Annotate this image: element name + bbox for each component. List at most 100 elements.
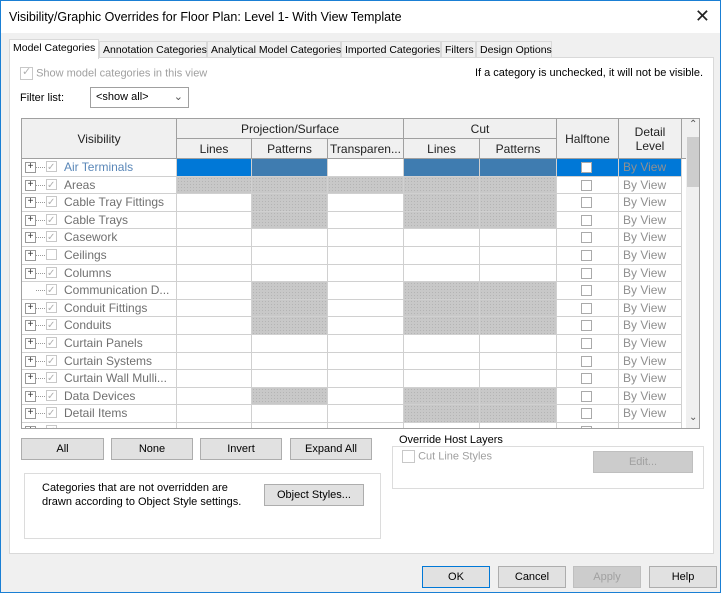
proj-lines-cell[interactable] <box>177 264 252 283</box>
category-cell[interactable]: + Air Terminals <box>22 159 177 177</box>
visibility-checkbox[interactable] <box>46 159 57 176</box>
cut-lines-cell[interactable] <box>404 282 480 300</box>
expand-icon[interactable]: + <box>25 302 36 314</box>
cancel-button[interactable]: Cancel <box>498 566 566 588</box>
cut-patterns-cell[interactable] <box>480 299 557 318</box>
table-row[interactable]: + Ceilings By View <box>22 247 682 265</box>
proj-patterns-cell[interactable] <box>252 317 328 335</box>
proj-patterns-cell[interactable] <box>252 229 328 247</box>
proj-lines-cell[interactable] <box>177 370 252 388</box>
expand-icon[interactable]: + <box>25 232 36 244</box>
category-cell[interactable]: + Data Devices <box>22 387 177 406</box>
table-row[interactable]: + Curtain Systems By View <box>22 352 682 371</box>
transparency-cell[interactable] <box>328 317 404 335</box>
category-cell[interactable]: + Columns <box>22 264 177 283</box>
halftone-cell[interactable] <box>557 229 619 247</box>
transparency-cell[interactable] <box>328 176 404 195</box>
header-proj-patterns[interactable]: Patterns <box>252 139 328 159</box>
transparency-cell[interactable] <box>328 352 404 371</box>
transparency-cell[interactable] <box>328 211 404 230</box>
visibility-checkbox[interactable] <box>46 194 57 211</box>
tab-imported-categories[interactable]: Imported Categories <box>341 41 441 58</box>
transparency-cell[interactable] <box>328 387 404 406</box>
halftone-cell[interactable] <box>557 423 619 428</box>
scroll-up-icon[interactable]: ⌃ <box>689 119 697 130</box>
proj-lines-cell[interactable] <box>177 352 252 371</box>
cut-patterns-cell[interactable] <box>480 387 557 406</box>
category-cell[interactable]: + Detail Items <box>22 405 177 423</box>
cut-patterns-cell[interactable] <box>480 211 557 230</box>
halftone-checkbox[interactable] <box>581 214 592 226</box>
halftone-cell[interactable] <box>557 352 619 371</box>
proj-patterns-cell[interactable] <box>252 194 328 212</box>
halftone-cell[interactable] <box>557 299 619 318</box>
cut-patterns-cell[interactable] <box>480 176 557 195</box>
visibility-checkbox[interactable] <box>46 282 57 299</box>
halftone-cell[interactable] <box>557 282 619 300</box>
expand-all-button[interactable]: Expand All <box>290 438 372 460</box>
detail-level-cell[interactable]: By View <box>619 405 682 423</box>
cut-patterns-cell[interactable] <box>480 423 557 428</box>
table-row[interactable]: + <box>22 423 682 428</box>
all-button[interactable]: All <box>21 438 104 460</box>
visibility-checkbox[interactable] <box>46 388 57 404</box>
halftone-checkbox[interactable] <box>581 162 592 173</box>
detail-level-cell[interactable]: By View <box>619 264 682 283</box>
detail-level-cell[interactable]: By View <box>619 282 682 300</box>
cut-lines-cell[interactable] <box>404 370 480 388</box>
proj-patterns-cell[interactable] <box>252 299 328 318</box>
halftone-cell[interactable] <box>557 405 619 423</box>
table-row[interactable]: + Data Devices By View <box>22 387 682 406</box>
invert-button[interactable]: Invert <box>200 438 282 460</box>
cut-patterns-cell[interactable] <box>480 264 557 283</box>
cut-lines-cell[interactable] <box>404 194 480 212</box>
table-row[interactable]: + Cable Trays By View <box>22 211 682 230</box>
expand-icon[interactable]: + <box>25 250 36 261</box>
cut-lines-cell[interactable] <box>404 405 480 423</box>
detail-level-cell[interactable]: By View <box>619 247 682 265</box>
visibility-checkbox[interactable] <box>46 177 57 193</box>
cut-patterns-cell[interactable] <box>480 159 557 177</box>
cut-lines-cell[interactable] <box>404 299 480 318</box>
proj-lines-cell[interactable] <box>177 299 252 318</box>
visibility-checkbox[interactable] <box>46 212 57 228</box>
proj-patterns-cell[interactable] <box>252 405 328 423</box>
halftone-checkbox[interactable] <box>581 250 592 261</box>
visibility-checkbox[interactable] <box>46 265 57 281</box>
tab-annotation-categories[interactable]: Annotation Categories <box>99 41 207 58</box>
cut-patterns-cell[interactable] <box>480 335 557 353</box>
category-cell[interactable]: + Conduits <box>22 317 177 335</box>
detail-level-cell[interactable]: By View <box>619 387 682 406</box>
category-cell[interactable]: + Conduit Fittings <box>22 299 177 318</box>
transparency-cell[interactable] <box>328 299 404 318</box>
visibility-checkbox[interactable] <box>46 317 57 334</box>
cut-patterns-cell[interactable] <box>480 317 557 335</box>
proj-lines-cell[interactable] <box>177 405 252 423</box>
checkbox[interactable] <box>402 450 415 463</box>
table-row[interactable]: + Curtain Panels By View <box>22 335 682 353</box>
detail-level-cell[interactable]: By View <box>619 299 682 318</box>
transparency-cell[interactable] <box>328 247 404 265</box>
category-cell[interactable]: + Curtain Wall Mulli... <box>22 370 177 388</box>
proj-lines-cell[interactable] <box>177 335 252 353</box>
cut-lines-cell[interactable] <box>404 335 480 353</box>
table-row[interactable]: + Areas By View <box>22 176 682 195</box>
detail-level-cell[interactable]: By View <box>619 335 682 353</box>
halftone-checkbox[interactable] <box>581 232 592 244</box>
halftone-checkbox[interactable] <box>581 426 592 428</box>
proj-patterns-cell[interactable] <box>252 423 328 428</box>
halftone-checkbox[interactable] <box>581 320 592 332</box>
detail-level-cell[interactable]: By View <box>619 176 682 195</box>
category-cell[interactable]: + <box>22 423 177 428</box>
transparency-cell[interactable] <box>328 282 404 300</box>
proj-lines-cell[interactable] <box>177 176 252 195</box>
cut-lines-cell[interactable] <box>404 423 480 428</box>
proj-patterns-cell[interactable] <box>252 387 328 406</box>
expand-icon[interactable]: + <box>25 426 36 428</box>
halftone-cell[interactable] <box>557 176 619 195</box>
ok-button[interactable]: OK <box>422 566 490 588</box>
transparency-cell[interactable] <box>328 335 404 353</box>
visibility-checkbox[interactable] <box>46 405 57 422</box>
cut-line-styles-checkbox[interactable]: Cut Line Styles <box>402 450 492 463</box>
detail-level-cell[interactable]: By View <box>619 194 682 212</box>
